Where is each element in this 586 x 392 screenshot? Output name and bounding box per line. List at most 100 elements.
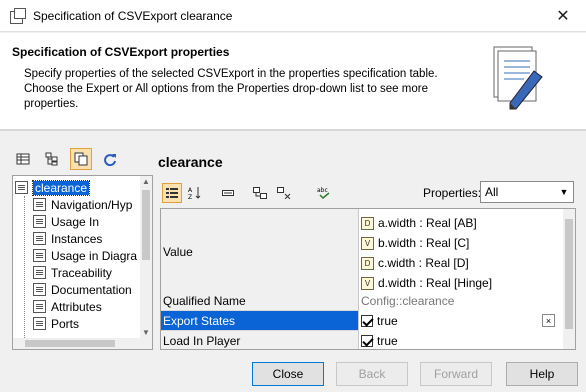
header-panel: Specification of CSVExport properties Sp… xyxy=(0,33,586,129)
tag-icon: D xyxy=(361,256,374,270)
value-name-cell: Value xyxy=(161,209,358,295)
tree-vertical-scrollbar[interactable]: ▲ ▼ xyxy=(140,176,152,349)
export-states-cell[interactable]: Export States xyxy=(161,311,358,331)
tree-item[interactable]: Navigation/Hyp xyxy=(33,196,132,213)
element-icon xyxy=(15,181,28,194)
qualified-name-cell: Qualified Name xyxy=(161,291,358,311)
refresh-icon[interactable] xyxy=(99,148,121,170)
tree-root-item[interactable]: clearance xyxy=(15,179,91,196)
grid-vertical-scrollbar[interactable] xyxy=(563,209,575,349)
tree-item-label: Navigation/Hyp xyxy=(51,197,133,212)
export-states-label: Export States xyxy=(163,313,236,328)
expand-icon[interactable] xyxy=(250,183,270,203)
tree-connector xyxy=(24,196,25,346)
page-icon xyxy=(33,283,46,296)
page-icon xyxy=(33,300,46,313)
tree-horizontal-scrollbar[interactable] xyxy=(13,338,152,349)
value-list-item[interactable]: Da.width : Real [AB] xyxy=(361,213,477,233)
clear-value-button[interactable]: × xyxy=(542,314,555,327)
tree-root-label: clearance xyxy=(31,179,91,196)
close-window-button[interactable]: ✕ xyxy=(540,0,586,32)
load-in-player-checkbox[interactable] xyxy=(361,335,373,347)
scroll-thumb[interactable] xyxy=(565,219,573,329)
copy-icon[interactable] xyxy=(70,148,92,170)
value-text: d.width : Real [Hinge] xyxy=(378,276,493,290)
value-list-item[interactable]: Vb.width : Real [C] xyxy=(361,233,469,253)
value-list-item[interactable]: Vd.width : Real [Hinge] xyxy=(361,273,492,293)
svg-text:Z: Z xyxy=(188,194,192,200)
export-states-value[interactable]: true xyxy=(361,311,398,331)
properties-label: Properties: xyxy=(423,186,482,200)
page-icon xyxy=(33,249,46,262)
tree-item-label: Attributes xyxy=(51,299,102,314)
tree-item[interactable]: Traceability xyxy=(33,264,112,281)
back-button[interactable]: Back xyxy=(336,362,408,386)
scroll-thumb[interactable] xyxy=(142,190,150,260)
collapse-icon[interactable] xyxy=(274,183,294,203)
properties-grid[interactable]: Value Da.width : Real [AB] Vb.width : Re… xyxy=(160,208,576,350)
compact-icon[interactable] xyxy=(218,183,238,203)
page-icon xyxy=(33,215,46,228)
svg-text:abc: abc xyxy=(317,187,328,194)
export-states-checkbox[interactable] xyxy=(361,315,373,327)
page-icon xyxy=(33,232,46,245)
forward-button[interactable]: Forward xyxy=(420,362,492,386)
sort-alpha-icon[interactable]: AZ xyxy=(185,183,205,203)
tag-icon: V xyxy=(361,236,374,250)
scroll-down-icon[interactable]: ▼ xyxy=(142,328,150,337)
qualified-name-label: Qualified Name xyxy=(163,293,246,308)
value-text: b.width : Real [C] xyxy=(378,236,470,250)
tree-item-label: Usage in Diagra xyxy=(51,248,138,263)
document-edit-icon xyxy=(493,46,543,110)
scroll-thumb[interactable] xyxy=(25,340,115,347)
load-in-player-cell: Load In Player xyxy=(161,331,358,349)
tree-item-label: Documentation xyxy=(51,282,132,297)
left-toolbar xyxy=(12,148,121,170)
tree-item-label: Ports xyxy=(51,316,80,331)
load-in-player-text: true xyxy=(377,334,398,348)
load-in-player-value[interactable]: true xyxy=(361,331,398,349)
export-states-text: true xyxy=(377,314,398,328)
column-divider xyxy=(358,209,359,349)
properties-dropdown[interactable]: All ▼ xyxy=(480,181,574,203)
tree-item[interactable]: Usage in Diagra xyxy=(33,247,137,264)
page-icon xyxy=(33,266,46,279)
app-icon xyxy=(9,7,26,24)
window-title: Specification of CSVExport clearance xyxy=(33,8,233,23)
tree-item[interactable]: Usage In xyxy=(33,213,99,230)
spell-check-icon[interactable]: abc xyxy=(315,183,335,203)
svg-text:A: A xyxy=(188,187,193,194)
chevron-down-icon: ▼ xyxy=(559,187,569,197)
section-title: clearance xyxy=(158,154,223,170)
help-button[interactable]: Help xyxy=(506,362,578,386)
page-icon xyxy=(33,198,46,211)
tree-item[interactable]: Instances xyxy=(33,230,102,247)
header-title: Specification of CSVExport properties xyxy=(12,45,230,59)
value-text: c.width : Real [D] xyxy=(378,256,469,270)
qualified-name-value: Config::clearance xyxy=(361,294,455,308)
header-description: Specify properties of the selected CSVEx… xyxy=(24,68,438,110)
value-list-item[interactable]: Dc.width : Real [D] xyxy=(361,253,469,273)
value-label: Value xyxy=(163,244,193,259)
header-separator xyxy=(0,129,586,131)
table-view-icon[interactable] xyxy=(12,148,34,170)
tree-view-icon[interactable] xyxy=(41,148,63,170)
scroll-up-icon[interactable]: ▲ xyxy=(142,177,150,186)
load-in-player-label: Load In Player xyxy=(163,333,241,348)
value-text: a.width : Real [AB] xyxy=(378,216,477,230)
button-bar: Close Back Forward Help xyxy=(0,356,586,392)
tree-item-label: Usage In xyxy=(51,214,100,229)
close-button[interactable]: Close xyxy=(252,362,324,386)
properties-dropdown-value: All xyxy=(485,185,499,199)
tree-item[interactable]: Documentation xyxy=(33,281,132,298)
categorized-icon[interactable] xyxy=(162,183,182,203)
tree-item[interactable]: Ports xyxy=(33,315,79,332)
tree-item-label: Traceability xyxy=(51,265,112,280)
tree-item-label: Instances xyxy=(51,231,103,246)
navigation-tree[interactable]: clearance Navigation/Hyp Usage In Instan… xyxy=(12,175,153,350)
title-bar: Specification of CSVExport clearance ✕ xyxy=(0,0,586,32)
tag-icon: D xyxy=(361,216,374,230)
tree-item[interactable]: Attributes xyxy=(33,298,102,315)
tag-icon: V xyxy=(361,276,374,290)
page-icon xyxy=(33,317,46,330)
